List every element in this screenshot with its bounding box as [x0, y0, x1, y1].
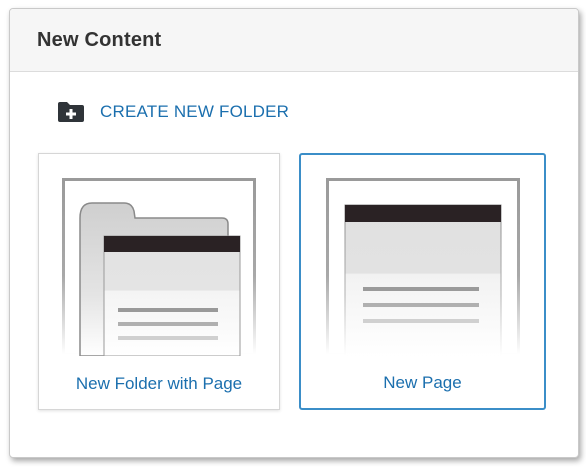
folder-plus-icon	[57, 101, 85, 123]
folder-with-page-thumbnail	[62, 178, 256, 361]
new-page-card[interactable]: New Page	[299, 153, 546, 410]
dialog-header: New Content	[10, 9, 578, 72]
new-content-dialog: New Content CREATE NEW FOLDER New Folder…	[9, 8, 579, 458]
dialog-title: New Content	[37, 28, 162, 51]
card-label: New Folder with Page	[75, 374, 243, 393]
create-new-folder-link[interactable]: CREATE NEW FOLDER	[57, 101, 289, 123]
create-new-folder-label: CREATE NEW FOLDER	[100, 102, 290, 121]
card-label: New Page	[383, 373, 462, 392]
page-thumbnail	[326, 178, 520, 361]
new-folder-with-page-card[interactable]: New Folder with Page	[38, 153, 280, 410]
